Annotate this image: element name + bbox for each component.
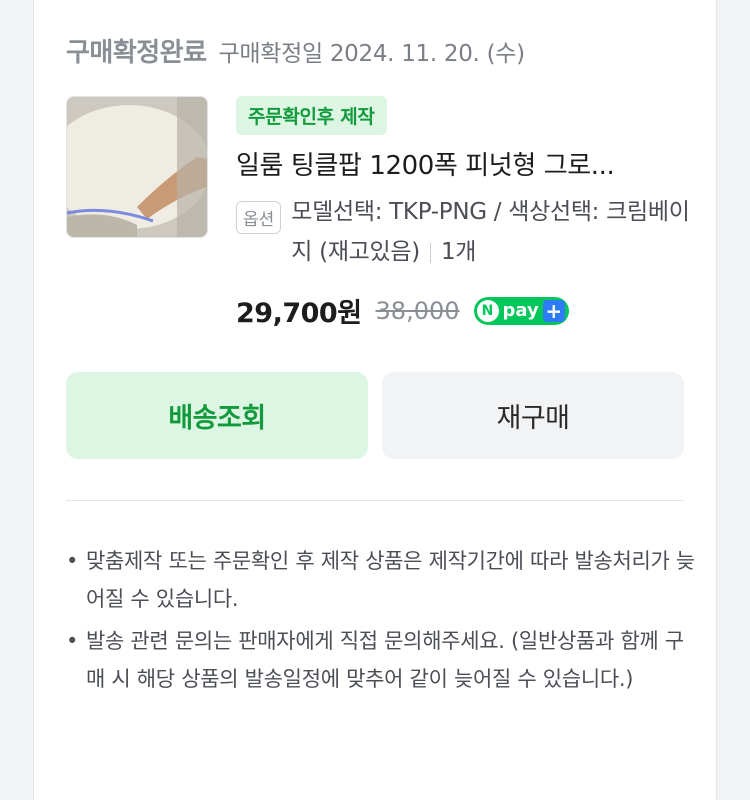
section-divider xyxy=(66,500,684,501)
bullet: • xyxy=(66,629,79,653)
product-name[interactable]: 일룸 팅클팝 1200폭 피넛형 그로... xyxy=(236,145,696,182)
notice-item: • 맞춤제작 또는 주문확인 후 제작 상품은 제작기간에 따라 발송처리가 늦… xyxy=(66,542,696,618)
notice-item: • 발송 관련 문의는 판매자에게 직접 문의해주세요. (일반상품과 함께 구… xyxy=(66,622,696,698)
track-delivery-button[interactable]: 배송조회 xyxy=(66,372,368,459)
notice-text: 맞춤제작 또는 주문확인 후 제작 상품은 제작기간에 따라 발송처리가 늦어질… xyxy=(86,549,695,611)
order-card: 구매확정완료 구매확정일 2024. 11. 20. (수) 주문확인후 제작 … xyxy=(33,0,717,800)
quantity: 1개 xyxy=(440,239,477,265)
notice-text: 발송 관련 문의는 판매자에게 직접 문의해주세요. (일반상품과 함께 구매 … xyxy=(86,629,684,691)
made-to-order-badge: 주문확인후 제작 xyxy=(236,96,387,135)
notice-list: • 맞춤제작 또는 주문확인 후 제작 상품은 제작기간에 따라 발송처리가 늦… xyxy=(66,542,696,702)
option-text-wrap: 모델선택: TKP-PNG / 색상선택: 크림베이지 (재고있음) 1개 xyxy=(291,192,696,272)
npay-n-icon: N xyxy=(476,299,499,322)
price-row: 29,700원 38,000 N pay + xyxy=(236,291,569,330)
order-status-row: 구매확정완료 구매확정일 2024. 11. 20. (수) xyxy=(66,32,525,69)
option-divider xyxy=(429,242,431,263)
order-status: 구매확정완료 xyxy=(66,38,207,68)
npay-plus-badge: N pay + xyxy=(473,296,569,325)
npay-label: pay xyxy=(502,300,539,321)
option-chip: 옵션 xyxy=(236,201,282,234)
original-price: 38,000 xyxy=(375,296,460,325)
reorder-button[interactable]: 재구매 xyxy=(382,372,684,459)
product-info: 주문확인후 제작 일룸 팅클팝 1200폭 피넛형 그로... 옵션 모델선택:… xyxy=(236,96,696,272)
bullet: • xyxy=(66,549,79,573)
option-text: 모델선택: TKP-PNG / 색상선택: 크림베이지 (재고있음) xyxy=(291,199,690,265)
option-row: 옵션 모델선택: TKP-PNG / 색상선택: 크림베이지 (재고있음) 1개 xyxy=(236,198,696,272)
product-thumbnail[interactable] xyxy=(66,96,208,238)
sale-price: 29,700원 xyxy=(236,298,362,329)
plus-icon: + xyxy=(542,299,565,322)
confirm-date: 구매확정일 2024. 11. 20. (수) xyxy=(218,41,526,67)
